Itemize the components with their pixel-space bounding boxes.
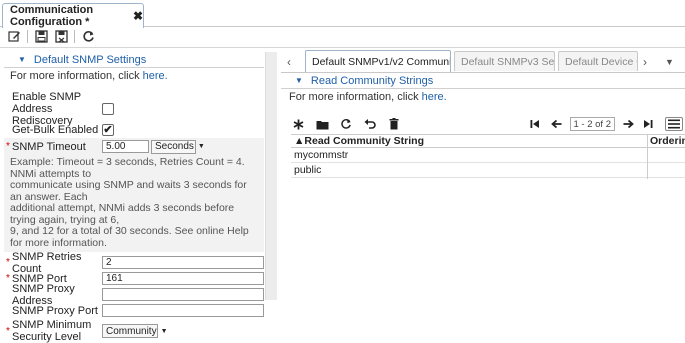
previous-page-icon[interactable] <box>550 117 564 131</box>
timeout-note-line: communicate using SNMP and waits 3 secon… <box>10 179 247 203</box>
min-security-value: Community <box>106 325 157 337</box>
min-security-label: SNMP Minimum Security Level <box>12 319 100 343</box>
timeout-note-line: additional attempt, NNMi adds 3 seconds … <box>10 202 235 226</box>
required-mark: * <box>6 325 10 337</box>
min-security-label-line2: Security Level <box>12 331 82 343</box>
min-security-row: * SNMP Minimum Security Level Community … <box>4 319 264 343</box>
tab-list-chevron-down-icon[interactable]: ▼ <box>665 57 674 67</box>
last-page-icon[interactable] <box>641 117 655 131</box>
column-header-ordering[interactable]: Orderin <box>647 135 685 147</box>
rediscovery-label-line1: Enable SNMP Address <box>12 91 81 115</box>
collapse-triangle-icon[interactable]: ▼ <box>295 76 303 85</box>
collapse-triangle-icon[interactable]: ▼ <box>18 55 26 64</box>
section-header-read-community[interactable]: ▼ Read Community Strings <box>281 73 685 88</box>
tab-device-credentials[interactable]: Default Device Crede <box>558 51 638 71</box>
section-header-default-snmp[interactable]: ▼ Default SNMP Settings <box>4 52 264 67</box>
section-divider <box>281 88 685 89</box>
read-community-section: ▼ Read Community Strings For more inform… <box>281 73 685 105</box>
rediscovery-row: Enable SNMP Address Rediscovery <box>4 91 264 127</box>
timeout-unit-select[interactable]: Seconds ▼ <box>151 139 205 154</box>
retries-row: * SNMP Retries Count 2 <box>4 251 264 275</box>
timeout-note: Example: Timeout = 3 seconds, Retries Co… <box>4 156 264 249</box>
refresh-icon[interactable] <box>339 117 353 131</box>
community-strings-table: ▲Read Community String Orderin mycommstr… <box>291 134 685 179</box>
info-text: For more information, click <box>289 91 422 103</box>
edit-icon[interactable] <box>6 29 22 43</box>
required-mark: * <box>6 141 10 152</box>
table-header-row: ▲Read Community String Orderin <box>291 134 685 148</box>
save-icon[interactable] <box>33 29 49 43</box>
timeout-block: * SNMP Timeout 5.00 Seconds ▼ Example: T… <box>4 138 264 252</box>
retries-input[interactable]: 2 <box>102 256 264 269</box>
getbulk-row: Get-Bulk Enabled ✔ <box>4 122 264 137</box>
help-link[interactable]: here. <box>143 70 168 82</box>
section-divider <box>4 67 264 68</box>
cell-community-string: mycommstr <box>294 149 349 161</box>
chevron-down-icon: ▼ <box>197 143 205 150</box>
table-toolbar: 1 - 2 of 2 <box>291 116 685 132</box>
timeout-row: * SNMP Timeout 5.00 Seconds ▼ <box>4 139 264 154</box>
table-row[interactable]: mycommstr <box>291 148 685 163</box>
table-row[interactable]: public <box>291 163 685 178</box>
section-title: Read Community Strings <box>310 74 434 87</box>
chevron-down-icon: ▼ <box>160 327 168 335</box>
tab-scroll-left-icon[interactable]: ‹ <box>287 55 291 69</box>
tab-snmpv3-settings[interactable]: Default SNMPv3 Settings <box>454 51 555 71</box>
proxy-address-input[interactable] <box>102 288 264 301</box>
toolbar-separator <box>27 29 28 43</box>
timeout-input[interactable]: 5.00 <box>102 140 149 153</box>
close-icon[interactable]: ✖ <box>133 9 143 23</box>
timeout-note-line: 9, and 12 for a total of 30 seconds. See… <box>10 225 249 249</box>
new-icon[interactable] <box>291 117 305 131</box>
document-tab-title: Communication Configuration * <box>10 4 94 28</box>
proxy-port-input[interactable] <box>102 304 264 317</box>
port-input[interactable]: 161 <box>102 272 264 285</box>
rediscovery-checkbox[interactable] <box>102 103 114 115</box>
default-snmp-settings-panel: ▼ Default SNMP Settings For more informa… <box>4 52 264 343</box>
next-page-icon[interactable] <box>621 117 635 131</box>
cell-community-string: public <box>294 164 322 176</box>
tab-label: Default SNMPv3 Settings <box>461 55 555 68</box>
document-tab[interactable]: Communication Configuration * ✖ <box>2 3 144 28</box>
save-close-icon[interactable] <box>53 29 69 43</box>
table-menu-icon[interactable] <box>665 117 683 131</box>
document-tab-bar: Communication Configuration * ✖ <box>0 0 685 28</box>
min-security-label-line1: SNMP Minimum <box>12 319 92 331</box>
main-toolbar <box>0 28 685 44</box>
section-title: Default SNMP Settings <box>33 53 147 66</box>
delete-icon[interactable] <box>387 117 401 131</box>
tab-scroll-right-icon[interactable]: › <box>643 55 647 69</box>
column-divider <box>647 134 648 179</box>
tab-snmpv1v2-community[interactable]: Default SNMPv1/v2 Community Strings <box>305 50 451 72</box>
first-page-icon[interactable] <box>528 117 542 131</box>
help-link[interactable]: here. <box>422 91 447 103</box>
proxy-port-row: SNMP Proxy Port <box>4 303 264 318</box>
undo-icon[interactable] <box>363 117 377 131</box>
proxy-port-label: SNMP Proxy Port <box>12 304 98 317</box>
right-tab-bar: ‹ Default SNMPv1/v2 Community Strings De… <box>281 48 685 74</box>
tab-label: Default SNMPv1/v2 Community Strings <box>312 55 450 68</box>
community-strings-panel: ‹ Default SNMPv1/v2 Community Strings De… <box>281 48 685 300</box>
page-indicator: 1 - 2 of 2 <box>569 117 615 131</box>
timeout-note-line: Example: Timeout = 3 seconds, Retries Co… <box>10 156 245 180</box>
timeout-label: SNMP Timeout <box>12 140 86 153</box>
min-security-select[interactable]: Community ▼ <box>102 324 168 338</box>
info-text: For more information, click <box>10 70 143 82</box>
tab-label: Default Device Crede <box>565 55 637 68</box>
required-mark: * <box>6 257 10 268</box>
refresh-icon[interactable] <box>80 29 96 43</box>
checkmark-icon: ✔ <box>103 124 113 136</box>
column-header-read-community-string[interactable]: ▲Read Community String <box>291 135 647 147</box>
open-folder-icon[interactable] <box>315 117 329 131</box>
getbulk-label: Get-Bulk Enabled <box>12 123 99 136</box>
getbulk-checkbox[interactable]: ✔ <box>102 123 114 136</box>
required-mark: * <box>6 273 10 284</box>
toolbar-separator <box>74 29 75 43</box>
info-line: For more information, click here. <box>281 91 685 105</box>
left-panel-scrollbar[interactable] <box>265 52 277 300</box>
timeout-unit-value: Seconds <box>155 141 194 152</box>
info-line: For more information, click here. <box>4 70 264 84</box>
